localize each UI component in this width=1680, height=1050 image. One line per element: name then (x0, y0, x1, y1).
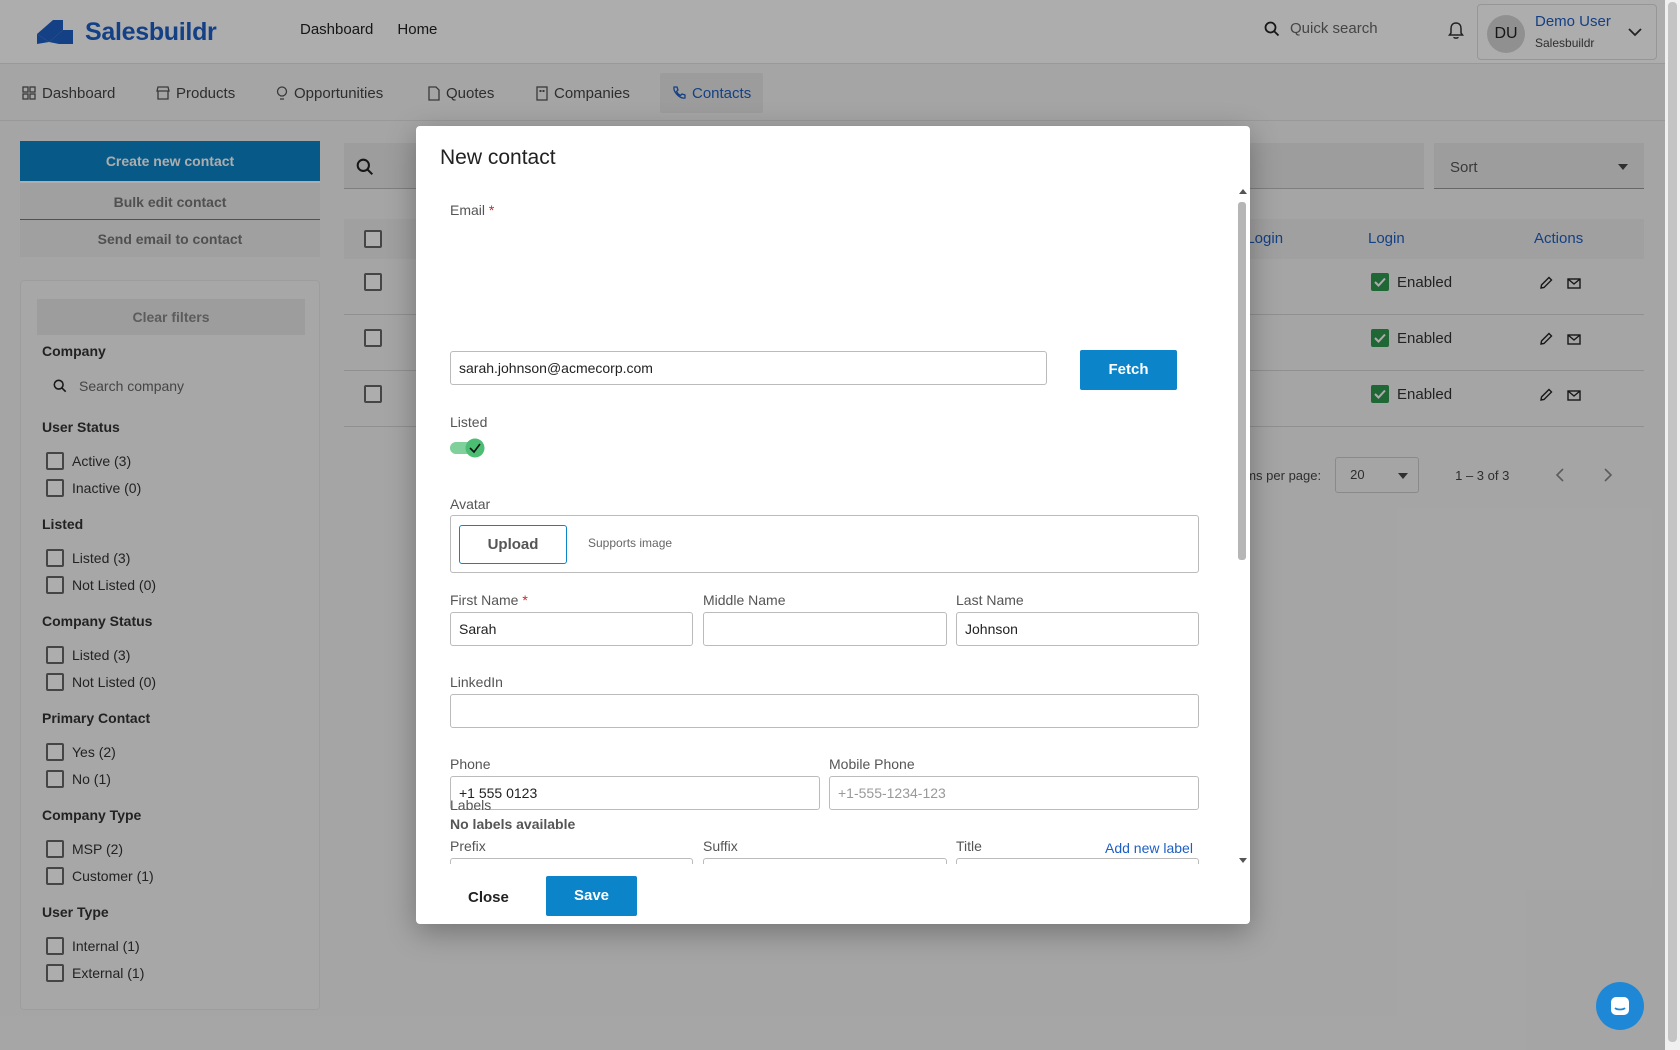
mobile-phone-field[interactable]: +1-555-1234-123 (829, 776, 1199, 810)
last-name-field[interactable]: Johnson (956, 612, 1199, 646)
page-scrollbar-thumb[interactable] (1668, 2, 1677, 1042)
phone-label: Phone (450, 756, 491, 772)
suffix-select[interactable] (703, 858, 947, 864)
listed-label: Listed (450, 414, 488, 430)
prefix-select[interactable] (450, 858, 693, 864)
title-label: Title (956, 838, 982, 854)
app-page: Salesbuildr Dashboard Home Quick search … (0, 0, 1680, 1050)
email-field[interactable]: sarah.johnson@acmecorp.com (450, 351, 1047, 385)
no-labels-text: No labels available (450, 816, 576, 832)
dialog-title: New contact (440, 146, 556, 169)
email-label: Email * (450, 202, 495, 218)
avatar-label: Avatar (450, 496, 491, 512)
avatar-upload-area: Upload Supports image (450, 515, 1199, 573)
linkedin-field[interactable] (450, 694, 1199, 728)
suffix-label: Suffix (703, 838, 738, 854)
phone-field[interactable]: +1 555 0123 (450, 776, 820, 810)
middle-name-label: Middle Name (703, 592, 786, 608)
save-button[interactable]: Save (546, 876, 637, 916)
first-name-field[interactable]: Sarah (450, 612, 693, 646)
upload-hint: Supports image (588, 536, 673, 550)
middle-name-field[interactable] (703, 612, 947, 646)
page-scrollbar[interactable] (1665, 0, 1680, 1050)
close-button[interactable]: Close (468, 889, 509, 906)
upload-button[interactable]: Upload (459, 525, 567, 564)
last-name-label: Last Name (956, 592, 1024, 608)
labels-label: Labels (450, 797, 492, 813)
title-field[interactable] (956, 858, 1199, 864)
fetch-button[interactable]: Fetch (1080, 350, 1177, 390)
chat-launcher-icon[interactable] (1596, 982, 1644, 1030)
add-new-label-link[interactable]: Add new label (1105, 840, 1193, 856)
dialog-scrollbar-thumb[interactable] (1238, 202, 1246, 560)
linkedin-label: LinkedIn (450, 674, 503, 690)
first-name-label: First Name * (450, 592, 528, 608)
listed-toggle[interactable] (450, 436, 486, 458)
mobile-phone-label: Mobile Phone (829, 756, 915, 772)
prefix-label: Prefix (450, 838, 486, 854)
dialog-content: Email * sarah.johnson@acmecorp.com Fetch… (416, 188, 1250, 864)
new-contact-dialog: New contact Email * sarah.johnson@acmeco… (416, 126, 1250, 924)
